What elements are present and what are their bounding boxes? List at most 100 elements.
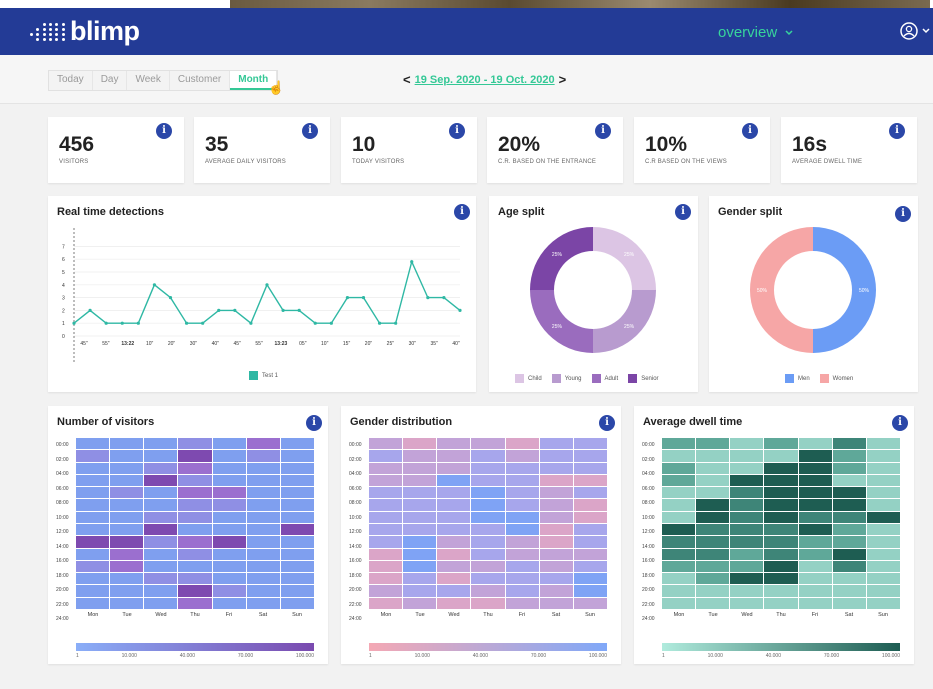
heatmap-cell[interactable]	[471, 523, 505, 536]
heatmap-cell[interactable]	[471, 499, 505, 511]
heatmap-cell[interactable]	[539, 536, 573, 548]
heatmap-cell[interactable]	[505, 548, 539, 560]
heatmap-cell[interactable]	[437, 536, 471, 548]
heatmap-cell[interactable]	[144, 560, 178, 573]
heatmap-cell[interactable]	[212, 450, 246, 462]
heatmap-cell[interactable]	[178, 450, 212, 462]
heatmap-cell[interactable]	[505, 523, 539, 536]
heatmap-cell[interactable]	[437, 597, 471, 609]
heatmap-cell[interactable]	[471, 560, 505, 573]
heatmap-cell[interactable]	[144, 585, 178, 597]
heatmap-cell[interactable]	[403, 438, 437, 450]
heatmap-cell[interactable]	[437, 462, 471, 474]
heatmap-cell[interactable]	[246, 560, 280, 573]
heatmap-cell[interactable]	[730, 462, 764, 474]
heatmap-cell[interactable]	[696, 548, 730, 560]
heatmap-cell[interactable]	[110, 573, 144, 585]
heatmap-cell[interactable]	[110, 462, 144, 474]
heatmap-cell[interactable]	[403, 511, 437, 523]
heatmap-cell[interactable]	[110, 597, 144, 609]
heatmap-cell[interactable]	[369, 450, 403, 462]
heatmap-cell[interactable]	[798, 487, 832, 499]
heatmap-cell[interactable]	[764, 450, 798, 462]
heatmap-cell[interactable]	[110, 450, 144, 462]
heatmap-cell[interactable]	[246, 585, 280, 597]
heatmap-cell[interactable]	[573, 523, 607, 536]
heatmap-cell[interactable]	[662, 450, 696, 462]
heatmap-cell[interactable]	[471, 597, 505, 609]
heatmap-cell[interactable]	[246, 462, 280, 474]
heatmap-cell[interactable]	[696, 523, 730, 536]
heatmap-cell[interactable]	[866, 573, 900, 585]
heatmap-cell[interactable]	[369, 487, 403, 499]
heatmap-cell[interactable]	[866, 548, 900, 560]
heatmap-cell[interactable]	[573, 499, 607, 511]
heatmap-cell[interactable]	[212, 523, 246, 536]
heatmap-cell[interactable]	[573, 597, 607, 609]
heatmap-cell[interactable]	[212, 438, 246, 450]
heatmap-cell[interactable]	[369, 560, 403, 573]
heatmap-cell[interactable]	[866, 474, 900, 487]
heatmap-cell[interactable]	[178, 585, 212, 597]
heatmap-cell[interactable]	[280, 487, 314, 499]
heatmap-cell[interactable]	[505, 450, 539, 462]
heatmap-cell[interactable]	[730, 585, 764, 597]
heatmap-cell[interactable]	[110, 487, 144, 499]
heatmap-cell[interactable]	[696, 597, 730, 609]
heatmap-cell[interactable]	[212, 536, 246, 548]
heatmap-cell[interactable]	[76, 573, 110, 585]
heatmap-cell[interactable]	[730, 597, 764, 609]
heatmap-cell[interactable]	[76, 450, 110, 462]
heatmap-cell[interactable]	[764, 462, 798, 474]
heatmap-cell[interactable]	[573, 536, 607, 548]
heatmap-cell[interactable]	[369, 548, 403, 560]
heatmap-cell[interactable]	[696, 438, 730, 450]
heatmap-cell[interactable]	[369, 438, 403, 450]
heatmap-cell[interactable]	[110, 474, 144, 487]
info-icon[interactable]: i	[306, 415, 322, 431]
info-icon[interactable]: i	[599, 415, 615, 431]
heatmap-cell[interactable]	[246, 499, 280, 511]
info-icon[interactable]: i	[892, 415, 908, 431]
heatmap-cell[interactable]	[76, 548, 110, 560]
heatmap-cell[interactable]	[866, 499, 900, 511]
heatmap-cell[interactable]	[539, 511, 573, 523]
heatmap-cell[interactable]	[662, 474, 696, 487]
heatmap-cell[interactable]	[696, 474, 730, 487]
heatmap-cell[interactable]	[832, 536, 866, 548]
heatmap-cell[interactable]	[144, 536, 178, 548]
heatmap-cell[interactable]	[280, 438, 314, 450]
heatmap-cell[interactable]	[403, 450, 437, 462]
heatmap-cell[interactable]	[212, 499, 246, 511]
heatmap-cell[interactable]	[539, 573, 573, 585]
heatmap-cell[interactable]	[246, 523, 280, 536]
heatmap-cell[interactable]	[866, 523, 900, 536]
heatmap-cell[interactable]	[110, 536, 144, 548]
heatmap-cell[interactable]	[110, 523, 144, 536]
heatmap-cell[interactable]	[437, 585, 471, 597]
heatmap-cell[interactable]	[471, 548, 505, 560]
heatmap-cell[interactable]	[110, 499, 144, 511]
heatmap-cell[interactable]	[866, 462, 900, 474]
heatmap-cell[interactable]	[730, 511, 764, 523]
heatmap-cell[interactable]	[832, 511, 866, 523]
heatmap-cell[interactable]	[437, 548, 471, 560]
heatmap-cell[interactable]	[246, 548, 280, 560]
user-menu[interactable]	[900, 21, 930, 41]
heatmap-cell[interactable]	[110, 560, 144, 573]
heatmap-cell[interactable]	[696, 560, 730, 573]
heatmap-cell[interactable]	[573, 548, 607, 560]
heatmap-cell[interactable]	[662, 523, 696, 536]
heatmap-cell[interactable]	[662, 499, 696, 511]
heatmap-cell[interactable]	[471, 462, 505, 474]
heatmap-cell[interactable]	[662, 548, 696, 560]
heatmap-cell[interactable]	[76, 523, 110, 536]
period-tab-today[interactable]: Today	[49, 71, 93, 90]
heatmap-cell[interactable]	[866, 536, 900, 548]
heatmap-cell[interactable]	[866, 487, 900, 499]
heatmap-cell[interactable]	[730, 438, 764, 450]
heatmap-cell[interactable]	[280, 511, 314, 523]
heatmap-cell[interactable]	[662, 573, 696, 585]
heatmap-cell[interactable]	[866, 560, 900, 573]
heatmap-cell[interactable]	[539, 438, 573, 450]
